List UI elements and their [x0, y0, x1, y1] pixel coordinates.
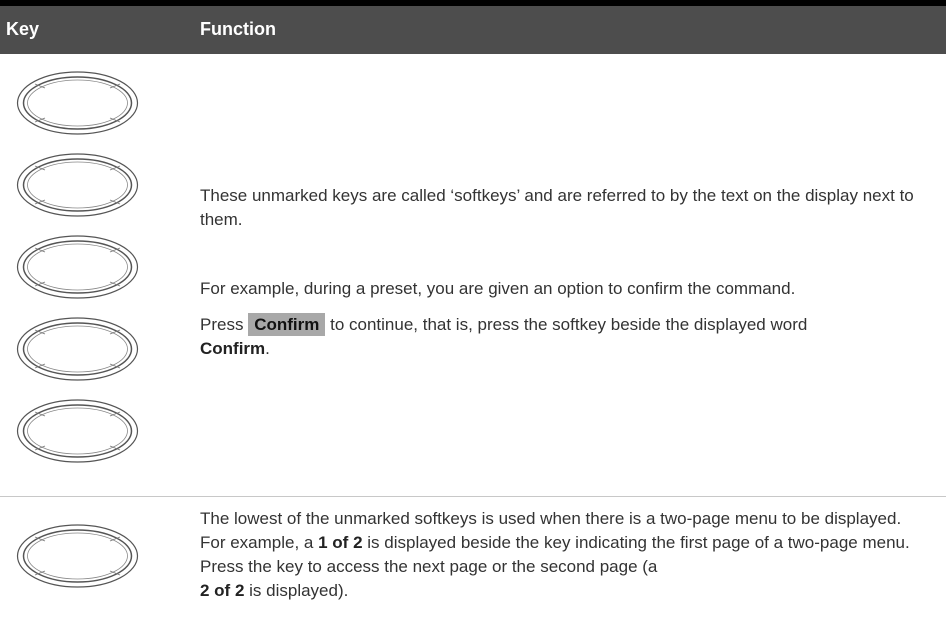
softkey-icon	[15, 398, 140, 464]
confirm-instruction: Press Confirm to continue, that is, pres…	[200, 313, 920, 361]
softkey-icon	[15, 70, 140, 136]
softkey-icon	[15, 234, 140, 300]
two-page-menu-description: The lowest of the unmarked softkeys is u…	[200, 507, 920, 603]
continue-text: to continue, that is, press the softkey …	[330, 315, 808, 334]
key-column-header: Key	[6, 19, 40, 39]
function-column-header: Function	[200, 19, 276, 39]
softkey-icon	[15, 316, 140, 382]
confirm-softkey-label: Confirm	[248, 313, 326, 336]
softkey-icon	[15, 152, 140, 218]
row1-paragraph-softkeys: These unmarked keys are called ‘softkeys…	[200, 184, 920, 232]
two-of-two-label: 2 of 2	[200, 581, 245, 600]
press-text: Press	[200, 315, 244, 334]
confirm-word: Confirm	[200, 339, 266, 358]
two-page-text-3: is displayed).	[249, 581, 349, 600]
softkeys-description: These unmarked keys are called ‘softkeys…	[200, 186, 914, 229]
table-header: Key Function	[0, 6, 946, 54]
preset-example: For example, during a preset, you are gi…	[200, 279, 796, 298]
one-of-two-label: 1 of 2	[318, 533, 363, 552]
row1-paragraph-confirm: Press Confirm to continue, that is, pres…	[200, 313, 920, 361]
row2-paragraph: The lowest of the unmarked softkeys is u…	[200, 507, 920, 603]
row-divider	[0, 496, 946, 497]
softkey-icon	[15, 523, 140, 589]
period: .	[265, 339, 270, 358]
row1-paragraph-example: For example, during a preset, you are gi…	[200, 277, 920, 301]
